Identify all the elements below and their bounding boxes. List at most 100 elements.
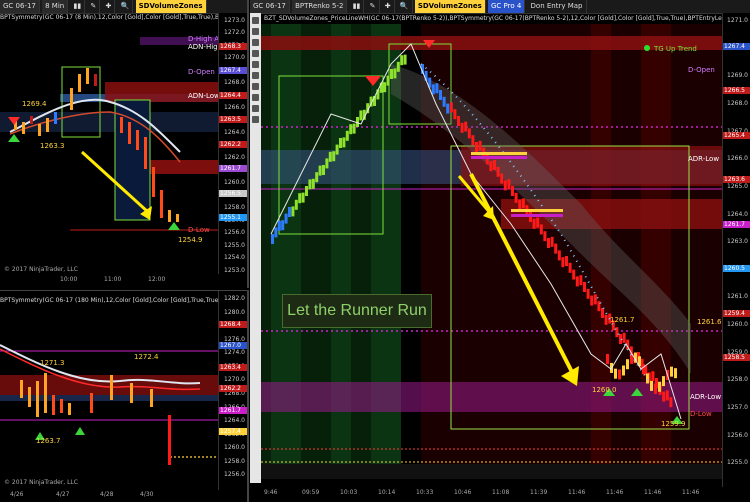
renko-brick xyxy=(561,257,565,268)
price-box: 1266.5 xyxy=(723,87,750,95)
tool-icon[interactable] xyxy=(252,83,259,90)
time-label: 4/26 xyxy=(10,491,24,498)
renko-brick xyxy=(674,368,677,379)
right-plot xyxy=(261,24,723,479)
renko-brick xyxy=(449,102,453,113)
instrument-selector[interactable]: GC 06-17 xyxy=(0,0,40,13)
d-open-label: D-Open xyxy=(188,68,215,76)
zone-red xyxy=(0,375,219,395)
interval-selector[interactable]: 8 Min xyxy=(42,0,69,13)
price-tick: 1269.0 xyxy=(727,72,748,80)
tool-icon[interactable] xyxy=(252,72,259,79)
runner-callout: Let the Runner Run xyxy=(282,294,432,328)
time-label: 4/27 xyxy=(56,491,70,498)
price-box: 1267.4 xyxy=(723,43,750,50)
tab-don-entry-map[interactable]: Don Entry Map xyxy=(528,0,587,13)
renko-brick xyxy=(521,198,525,209)
price-box: 1265.4 xyxy=(723,131,750,139)
left-top-chart-pane[interactable]: GC 06-17 8 Min ▮▮ ✎ ✚ 🔍 SDVolumeZones BP… xyxy=(0,0,249,288)
tab-gc-pro-4[interactable]: GC Pro 4 xyxy=(487,0,526,13)
renko-brick xyxy=(670,366,673,377)
renko-brick xyxy=(298,193,302,204)
renko-brick xyxy=(281,220,285,231)
renko-brick xyxy=(349,124,353,135)
time-label: 11:46 xyxy=(568,489,586,496)
price-label: 1261.7 xyxy=(610,316,635,324)
tool-icon[interactable] xyxy=(252,50,259,57)
price-tick: 1260.0 xyxy=(224,444,245,452)
tool-icon[interactable] xyxy=(252,17,259,24)
d-low-label: D-Low xyxy=(690,410,712,418)
drawing-toolbar[interactable] xyxy=(250,13,261,483)
renko-brick xyxy=(489,161,493,172)
price-box: 1258.5 xyxy=(723,354,750,362)
renko-brick xyxy=(390,69,393,79)
renko-brick xyxy=(593,294,597,305)
time-label: 10:46 xyxy=(454,489,472,496)
green-triangle xyxy=(168,222,180,230)
study-title: BZT_SDVolumeZones_PriceLineWH(GC 06-17(B… xyxy=(264,15,722,22)
price-tick: 1264.0 xyxy=(224,129,245,137)
right-price-axis[interactable]: 1271.01270.01269.01268.01267.01266.01265… xyxy=(722,13,750,487)
crosshair-icon[interactable]: ✚ xyxy=(103,0,116,13)
chart-type-selector[interactable]: BPTRenko 5-2 xyxy=(292,0,348,13)
renko-brick xyxy=(514,192,518,203)
instrument-selector[interactable]: GC 06-17 xyxy=(250,0,290,13)
renko-brick xyxy=(507,179,511,190)
left-bottom-chart-pane[interactable]: BPTSymmetry(GC 06-17 (180 Min),12,Color … xyxy=(0,290,249,502)
renko-brick xyxy=(288,207,291,217)
renko-brick xyxy=(446,103,450,114)
renko-brick xyxy=(305,186,308,196)
price-tick: 1270.0 xyxy=(224,376,245,384)
renko-brick xyxy=(622,332,626,343)
sdvolumezones-button[interactable]: SDVolumeZones xyxy=(135,0,207,13)
renko-brick xyxy=(274,227,278,238)
renko-brick xyxy=(435,83,439,94)
left-bottom-plot xyxy=(0,344,219,465)
price-tick: 1256.0 xyxy=(224,229,245,237)
draw-icon[interactable]: ✎ xyxy=(87,0,101,13)
time-label: 9:46 xyxy=(264,489,278,496)
price-label: 1259.9 xyxy=(661,420,686,428)
tool-icon[interactable] xyxy=(252,39,259,46)
renko-brick xyxy=(386,75,390,86)
price-label: 1254.9 xyxy=(178,236,203,244)
left-bottom-price-axis[interactable]: 1282.01280.01278.01276.01274.01272.01270… xyxy=(218,291,247,490)
renko-brick xyxy=(626,359,629,370)
zone-magenta xyxy=(261,382,723,412)
renko-brick xyxy=(464,121,468,132)
time-label: 10:03 xyxy=(340,489,358,496)
renko-brick xyxy=(654,383,657,394)
renko-brick xyxy=(393,68,397,79)
time-label: 10:00 xyxy=(60,276,78,283)
draw-icon[interactable]: ✎ xyxy=(367,0,380,13)
tool-icon[interactable] xyxy=(252,105,259,112)
green-triangle xyxy=(8,134,20,142)
left-top-toolbar: GC 06-17 8 Min ▮▮ ✎ ✚ 🔍 SDVolumeZones xyxy=(0,0,247,14)
renko-brick xyxy=(403,54,407,65)
price-tick: 1260.0 xyxy=(727,321,748,329)
zoom-icon[interactable]: 🔍 xyxy=(397,0,413,13)
tool-icon[interactable] xyxy=(252,28,259,35)
sdvolumezones-button[interactable]: SDVolumeZones xyxy=(414,0,486,13)
price-tick: 1270.0 xyxy=(224,54,245,62)
tool-icon[interactable] xyxy=(252,116,259,123)
renko-brick xyxy=(606,354,609,364)
bar-chart-icon[interactable]: ▮▮ xyxy=(350,0,365,13)
bar-chart-icon[interactable]: ▮▮ xyxy=(70,0,86,13)
zoom-icon[interactable]: 🔍 xyxy=(118,0,134,13)
time-label: 10:14 xyxy=(378,489,396,496)
right-toolbar: GC 06-17 BPTRenko 5-2 ▮▮ ✎ ✚ 🔍 SDVolumeZ… xyxy=(250,0,750,14)
price-tick: 1261.0 xyxy=(727,293,748,301)
time-label: 11:46 xyxy=(682,489,700,496)
renko-brick xyxy=(503,180,507,191)
price-tick: 1265.0 xyxy=(727,182,748,190)
right-chart-pane[interactable]: GC 06-17 BPTRenko 5-2 ▮▮ ✎ ✚ 🔍 SDVolumeZ… xyxy=(250,0,750,501)
crosshair-icon[interactable]: ✚ xyxy=(382,0,395,13)
price-box: 1268.4 xyxy=(219,321,247,328)
left-top-price-axis[interactable]: 1273.01272.01271.01270.01269.01268.01267… xyxy=(218,13,247,274)
price-tick: 1271.0 xyxy=(727,17,748,24)
renko-brick xyxy=(650,380,653,391)
tool-icon[interactable] xyxy=(252,61,259,68)
tool-icon[interactable] xyxy=(252,94,259,101)
